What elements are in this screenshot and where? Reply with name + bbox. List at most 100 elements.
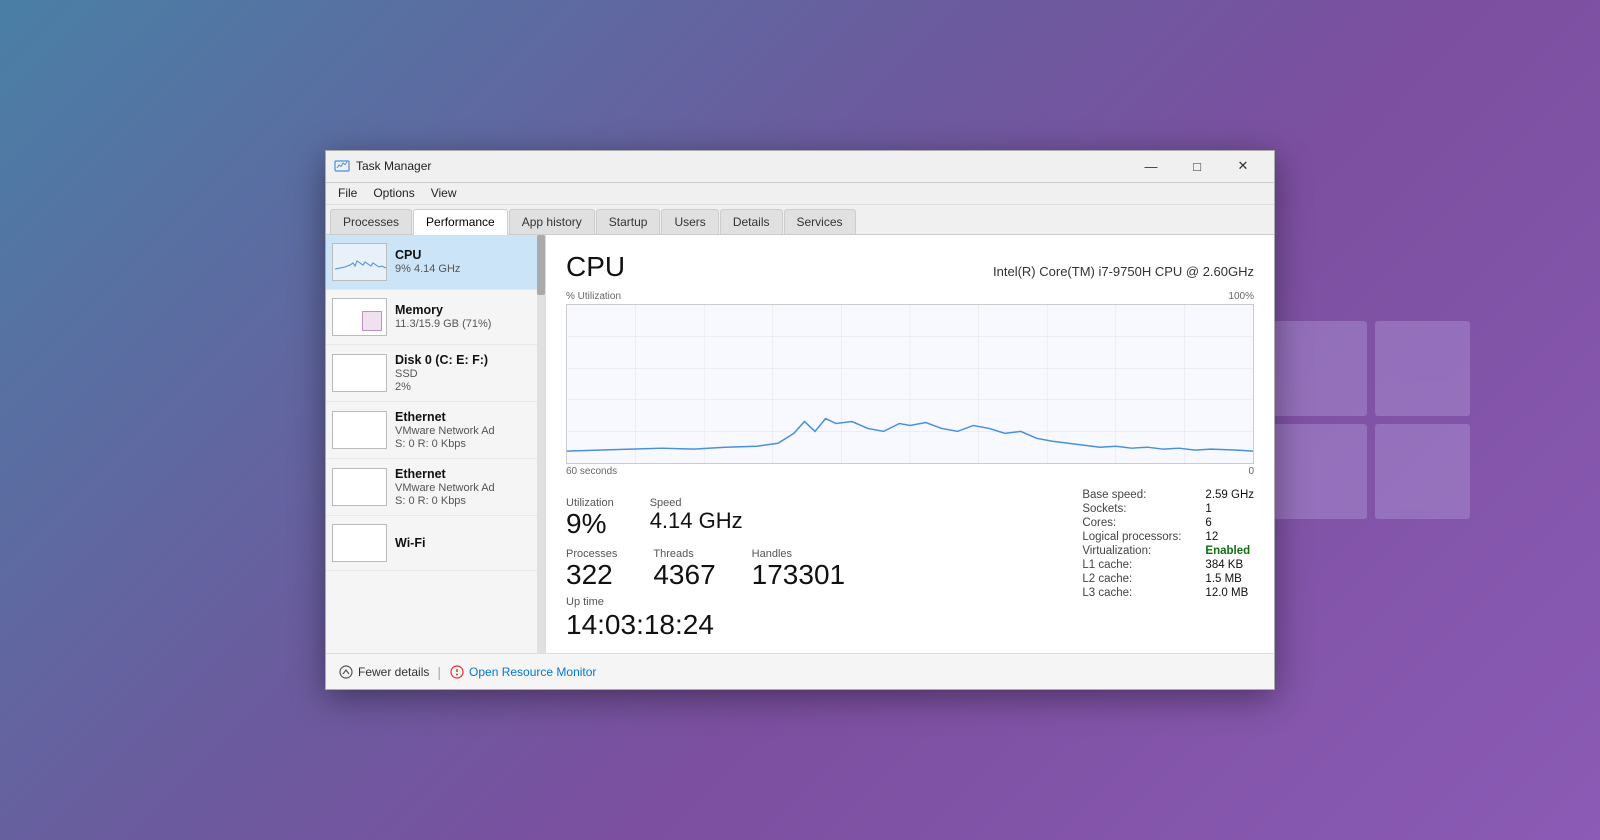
menu-view[interactable]: View: [423, 184, 465, 202]
uptime-value: 14:03:18:24: [566, 609, 714, 640]
logical-proc-key: Logical processors:: [1082, 531, 1181, 543]
l2-cache-key: L2 cache:: [1082, 573, 1181, 585]
device-item-eth2[interactable]: Ethernet VMware Network Ad S: 0 R: 0 Kbp…: [326, 459, 545, 516]
processes-group: Processes 322: [566, 548, 617, 591]
tab-performance[interactable]: Performance: [413, 209, 508, 235]
maximize-button[interactable]: □: [1174, 150, 1220, 182]
stats-section: Utilization 9% Speed 4.14 GHz Processes …: [566, 489, 1082, 641]
eth1-thumbnail: [332, 411, 387, 449]
device-item-cpu[interactable]: CPU 9% 4.14 GHz: [326, 235, 545, 290]
tab-users[interactable]: Users: [661, 209, 718, 234]
wifi-name: Wi-Fi: [395, 536, 539, 550]
tab-startup[interactable]: Startup: [596, 209, 661, 234]
tab-app-history[interactable]: App history: [509, 209, 595, 234]
minimize-button[interactable]: —: [1128, 150, 1174, 182]
chart-y-label: % Utilization: [566, 291, 621, 302]
wifi-info: Wi-Fi: [395, 536, 539, 550]
handles-group: Handles 173301: [752, 548, 845, 591]
threads-group: Threads 4367: [653, 548, 715, 591]
info-grid: Base speed: 2.59 GHz Sockets: 1 Cores: 6…: [1082, 489, 1254, 599]
left-panel: CPU 9% 4.14 GHz Memory 11.3/15.9 GB (71%…: [326, 235, 546, 653]
tab-services[interactable]: Services: [784, 209, 856, 234]
eth1-sub: VMware Network Ad: [395, 425, 539, 437]
eth1-info: Ethernet VMware Network Ad S: 0 R: 0 Kbp…: [395, 410, 539, 450]
chart-time-labels: 60 seconds 0: [566, 466, 1254, 477]
cpu-model: Intel(R) Core(TM) i7-9750H CPU @ 2.60GHz: [993, 264, 1254, 279]
window-controls: — □ ✕: [1128, 150, 1266, 182]
device-item-wifi[interactable]: Wi-Fi: [326, 516, 545, 571]
uptime-row: Up time 14:03:18:24: [566, 592, 1082, 641]
speed-value: 4.14 GHz: [650, 509, 743, 533]
close-button[interactable]: ✕: [1220, 150, 1266, 182]
tab-processes[interactable]: Processes: [330, 209, 412, 234]
chart-time-start: 60 seconds: [566, 466, 617, 477]
scroll-thumb: [537, 235, 545, 295]
cpu-info: CPU 9% 4.14 GHz: [395, 248, 539, 275]
win-tile-1: [1272, 321, 1367, 416]
chart-y-max: 100%: [1228, 291, 1254, 302]
footer-divider: |: [437, 664, 441, 680]
logical-proc-val: 12: [1205, 531, 1254, 543]
eth2-val: S: 0 R: 0 Kbps: [395, 495, 539, 507]
footer: Fewer details | Open Resource Monitor: [326, 653, 1274, 689]
l3-cache-val: 12.0 MB: [1205, 587, 1254, 599]
chart-container: % Utilization 100%: [566, 291, 1254, 477]
eth2-info: Ethernet VMware Network Ad S: 0 R: 0 Kbp…: [395, 467, 539, 507]
l3-cache-key: L3 cache:: [1082, 587, 1181, 599]
eth2-name: Ethernet: [395, 467, 539, 481]
disk-sub: SSD: [395, 368, 539, 380]
open-resource-monitor-button[interactable]: Open Resource Monitor: [449, 664, 596, 680]
memory-name: Memory: [395, 303, 539, 317]
tab-details[interactable]: Details: [720, 209, 783, 234]
memory-sub: 11.3/15.9 GB (71%): [395, 318, 539, 330]
sockets-key: Sockets:: [1082, 503, 1181, 515]
disk-name: Disk 0 (C: E: F:): [395, 353, 539, 367]
processes-label: Processes: [566, 548, 617, 560]
right-panel: CPU Intel(R) Core(TM) i7-9750H CPU @ 2.6…: [546, 235, 1274, 653]
menu-bar: File Options View: [326, 183, 1274, 205]
disk-info: Disk 0 (C: E: F:) SSD 2%: [395, 353, 539, 393]
virtualization-key: Virtualization:: [1082, 545, 1181, 557]
window-title: Task Manager: [356, 159, 1128, 173]
left-scrollbar[interactable]: [537, 235, 545, 653]
disk-val: 2%: [395, 381, 539, 393]
cpu-sub: 9% 4.14 GHz: [395, 263, 539, 275]
device-list[interactable]: CPU 9% 4.14 GHz Memory 11.3/15.9 GB (71%…: [326, 235, 545, 653]
win-tile-2: [1375, 321, 1470, 416]
cpu-chart: [566, 304, 1254, 464]
device-item-memory[interactable]: Memory 11.3/15.9 GB (71%): [326, 290, 545, 345]
speed-label: Speed: [650, 497, 743, 509]
resource-monitor-icon: [449, 664, 465, 680]
cpu-name: CPU: [395, 248, 539, 262]
eth2-sub: VMware Network Ad: [395, 482, 539, 494]
title-bar: Task Manager — □ ✕: [326, 151, 1274, 183]
stats-info-row: Utilization 9% Speed 4.14 GHz Processes …: [566, 489, 1254, 641]
base-speed-val: 2.59 GHz: [1205, 489, 1254, 501]
open-resource-monitor-label: Open Resource Monitor: [469, 665, 596, 679]
eth1-name: Ethernet: [395, 410, 539, 424]
utilization-value: 9%: [566, 509, 614, 540]
sockets-val: 1: [1205, 503, 1254, 515]
device-item-eth1[interactable]: Ethernet VMware Network Ad S: 0 R: 0 Kbp…: [326, 402, 545, 459]
speed-group: Speed 4.14 GHz: [650, 497, 743, 540]
cores-val: 6: [1205, 517, 1254, 529]
uptime-label: Up time: [566, 596, 604, 608]
menu-file[interactable]: File: [330, 184, 365, 202]
cpu-thumbnail: [332, 243, 387, 281]
threads-label: Threads: [653, 548, 715, 560]
win-tile-3: [1272, 424, 1367, 519]
threads-value: 4367: [653, 560, 715, 591]
cores-key: Cores:: [1082, 517, 1181, 529]
fewer-details-button[interactable]: Fewer details: [338, 664, 429, 680]
utilization-label: Utilization: [566, 497, 614, 509]
memory-thumbnail: [332, 298, 387, 336]
cpu-panel-title: CPU: [566, 251, 625, 283]
menu-options[interactable]: Options: [365, 184, 422, 202]
processes-value: 322: [566, 560, 617, 591]
device-item-disk[interactable]: Disk 0 (C: E: F:) SSD 2%: [326, 345, 545, 402]
fewer-details-label: Fewer details: [358, 665, 429, 679]
windows-logo: [1272, 321, 1470, 519]
cpu-header: CPU Intel(R) Core(TM) i7-9750H CPU @ 2.6…: [566, 251, 1254, 283]
chart-y-labels: % Utilization 100%: [566, 291, 1254, 302]
fewer-details-icon: [338, 664, 354, 680]
